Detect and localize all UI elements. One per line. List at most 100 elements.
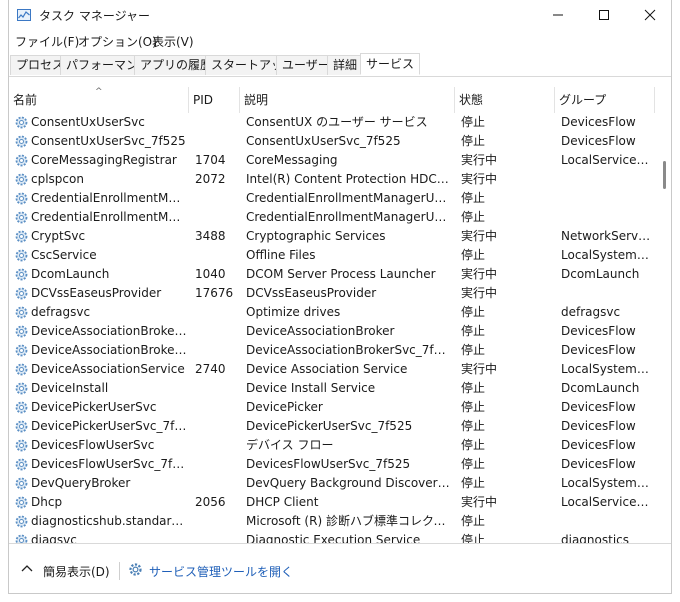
cell-status: 実行中 — [461, 172, 498, 186]
cell-description: Microsoft (R) 診断ハブ標準コレクター ... — [246, 514, 451, 528]
cell-name: DevicesFlowUserSvc — [31, 438, 155, 452]
cell-description: DHCP Client — [246, 495, 319, 509]
table-row[interactable]: DevicePickerUserSvc DevicePicker 停止 Devi… — [9, 398, 655, 417]
cell-status: 停止 — [461, 134, 486, 148]
table-row[interactable]: ConsentUxUserSvc_7f525 ConsentUxUserSvc_… — [9, 132, 655, 151]
table-row[interactable]: cplspcon 2072 Intel(R) Content Protectio… — [9, 170, 655, 189]
cell-group: LocalSystemN... — [561, 362, 653, 376]
menu-options[interactable]: オプション(O) — [78, 33, 157, 50]
table-row[interactable]: CredentialEnrollmentMana... CredentialEn… — [9, 208, 655, 227]
cell-status: 実行中 — [461, 267, 498, 281]
table-row[interactable]: CoreMessagingRegistrar 1704 CoreMessagin… — [9, 151, 655, 170]
cell-name: ConsentUxUserSvc — [31, 115, 145, 129]
table-row[interactable]: defragsvc Optimize drives 停止 defragsvc — [9, 303, 655, 322]
cell-group: DevicesFlow — [561, 419, 636, 433]
close-icon — [644, 9, 656, 21]
chevron-up-icon[interactable] — [21, 564, 33, 572]
menu-file[interactable]: ファイル(F) — [15, 33, 79, 50]
service-gear-icon — [15, 382, 28, 395]
table-row[interactable]: DeviceInstall Device Install Service 停止 … — [9, 379, 655, 398]
cell-description: Optimize drives — [246, 305, 341, 319]
cell-pid — [195, 531, 239, 543]
scrollbar-thumb[interactable] — [663, 161, 666, 189]
table-row[interactable]: DeviceAssociationBrokerSv... DeviceAssoc… — [9, 341, 655, 360]
tab-details[interactable]: 詳細 — [327, 55, 364, 75]
service-gear-icon — [15, 268, 28, 281]
cell-name: DeviceInstall — [31, 381, 109, 395]
table-row[interactable]: CscService Offline Files 停止 LocalSystemN… — [9, 246, 655, 265]
table-row[interactable]: DeviceAssociationService 2740 Device Ass… — [9, 360, 655, 379]
table-row[interactable]: DevQueryBroker DevQuery Background Disco… — [9, 474, 655, 493]
cell-pid — [195, 322, 239, 341]
table-row[interactable]: DcomLaunch 1040 DCOM Server Process Laun… — [9, 265, 655, 284]
cell-group — [561, 512, 653, 531]
column-header-name[interactable]: ^ 名前 — [9, 87, 189, 113]
task-manager-app-icon — [17, 9, 31, 21]
column-header-group[interactable]: グループ — [555, 87, 655, 113]
table-row[interactable]: DevicePickerUserSvc_7f525 DevicePickerUs… — [9, 417, 655, 436]
table-row[interactable]: CredentialEnrollmentMana... CredentialEn… — [9, 189, 655, 208]
table-row[interactable]: DeviceAssociationBrokerSvc DeviceAssocia… — [9, 322, 655, 341]
column-header-description[interactable]: 説明 — [240, 87, 455, 113]
cell-description: Device Association Service — [246, 362, 408, 376]
cell-status: 停止 — [461, 457, 486, 471]
service-gear-icon — [15, 249, 28, 262]
table-row[interactable]: Dhcp 2056 DHCP Client 実行中 LocalServiceN.… — [9, 493, 655, 512]
cell-description: ConsentUX のユーザー サービス — [246, 115, 428, 129]
cell-status: 実行中 — [461, 495, 498, 509]
cell-pid: 17676 — [195, 286, 234, 300]
cell-pid — [195, 189, 239, 208]
open-services-link[interactable]: サービス管理ツールを開く — [149, 563, 293, 580]
table-row[interactable]: DCVssEaseusProvider 17676 DCVssEaseusPro… — [9, 284, 655, 303]
cell-name: CredentialEnrollmentMana... — [31, 210, 187, 224]
vertical-scrollbar[interactable] — [661, 117, 669, 539]
menu-view[interactable]: 表示(V) — [152, 33, 194, 50]
cell-pid — [195, 113, 239, 132]
cell-group: DcomLaunch — [561, 381, 640, 395]
maximize-button[interactable] — [581, 0, 627, 30]
task-manager-window: タスク マネージャー ファイル(F) オプション(O) 表示(V) プロセス パ… — [8, 0, 672, 594]
close-button[interactable] — [627, 0, 671, 30]
cell-pid: 1704 — [195, 153, 226, 167]
cell-group — [561, 208, 653, 227]
service-gear-icon — [15, 116, 28, 129]
cell-name: DevicesFlowUserSvc_7f525 — [31, 457, 187, 471]
cell-group: DevicesFlow — [561, 115, 636, 129]
cell-name: diagsvc — [31, 533, 77, 543]
cell-name: DevicePickerUserSvc — [31, 400, 157, 414]
service-gear-icon — [15, 135, 28, 148]
table-row[interactable]: DevicesFlowUserSvc デバイス フロー 停止 DevicesFl… — [9, 436, 655, 455]
column-header-pid[interactable]: PID — [189, 87, 240, 113]
cell-group — [561, 189, 653, 208]
minimize-button[interactable] — [535, 0, 581, 30]
table-row[interactable]: ConsentUxUserSvc ConsentUX のユーザー サービス 停止… — [9, 113, 655, 132]
services-table: ^ 名前 PID 説明 状態 グループ ConsentUxUserSvc Con… — [9, 87, 671, 543]
cell-pid — [195, 512, 239, 531]
table-row[interactable]: diagsvc Diagnostic Execution Service 停止 … — [9, 531, 655, 543]
cell-pid: 2740 — [195, 362, 226, 376]
cell-group: LocalSystemN... — [561, 476, 653, 490]
cell-description: Device Install Service — [246, 381, 376, 395]
fewer-details-button[interactable]: 簡易表示(D) — [43, 563, 110, 580]
table-row[interactable]: DevicesFlowUserSvc_7f525 DevicesFlowUser… — [9, 455, 655, 474]
cell-group — [561, 170, 653, 189]
service-gear-icon — [15, 230, 28, 243]
table-row[interactable]: CryptSvc 3488 Cryptographic Services 実行中… — [9, 227, 655, 246]
cell-description: ConsentUxUserSvc_7f525 — [246, 134, 401, 148]
cell-description: CredentialEnrollmentManagerUserSv... — [246, 210, 451, 224]
cell-status: 停止 — [461, 305, 486, 319]
service-gear-icon — [15, 439, 28, 452]
cell-status: 停止 — [461, 343, 486, 357]
cell-pid — [195, 455, 239, 474]
service-gear-icon — [15, 534, 28, 543]
cell-description: DCOM Server Process Launcher — [246, 267, 436, 281]
table-row[interactable]: diagnosticshub.standardco... Microsoft (… — [9, 512, 655, 531]
tab-services[interactable]: サービス — [360, 53, 421, 75]
cell-status: 停止 — [461, 324, 486, 338]
cell-name: DeviceAssociationBrokerSv... — [31, 343, 187, 357]
cell-name: CscService — [31, 248, 97, 262]
cell-name: DevQueryBroker — [31, 476, 131, 490]
column-header-status[interactable]: 状態 — [455, 87, 555, 113]
cell-description: DeviceAssociationBrokerSvc_7f525 — [246, 343, 451, 357]
cell-description: CredentialEnrollmentManagerUserSvc — [246, 191, 451, 205]
